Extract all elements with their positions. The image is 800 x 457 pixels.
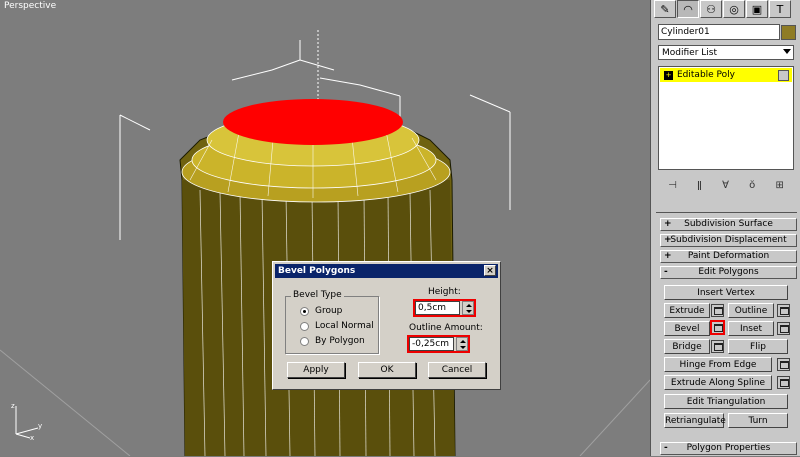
close-button[interactable]: × bbox=[484, 265, 496, 276]
cancel-button[interactable]: Cancel bbox=[428, 362, 486, 378]
display-tab-icon[interactable]: ▣ bbox=[746, 0, 768, 18]
create-tab-icon[interactable]: ✎ bbox=[654, 0, 676, 18]
height-label: Height: bbox=[428, 287, 461, 297]
modifier-stack[interactable]: + Editable Poly bbox=[658, 66, 794, 170]
rollout-edit-polygons[interactable]: - Edit Polygons bbox=[660, 266, 797, 279]
rollout-area: + Subdivision Surface + Subdivision Disp… bbox=[656, 212, 797, 457]
bevel-settings-icon[interactable] bbox=[710, 320, 725, 335]
object-color-swatch[interactable] bbox=[781, 25, 796, 40]
svg-text:y: y bbox=[38, 422, 42, 430]
make-unique-icon[interactable]: ∀ bbox=[722, 180, 729, 191]
chevron-down-icon bbox=[783, 49, 791, 54]
selected-face bbox=[223, 99, 403, 145]
outline-amount-input[interactable]: -0,25cm bbox=[409, 337, 454, 351]
bevel-polygons-dialog: Bevel Polygons × Bevel Type Group Local … bbox=[272, 261, 501, 390]
height-spinner-arrows-icon[interactable] bbox=[462, 301, 474, 315]
remove-modifier-icon[interactable]: ŏ bbox=[749, 180, 755, 191]
hinge-settings-icon[interactable] bbox=[777, 358, 790, 371]
retriangulate-button[interactable]: Retriangulate bbox=[664, 413, 726, 428]
extrude-settings-icon[interactable] bbox=[711, 304, 724, 317]
modifier-list-label: Modifier List bbox=[662, 48, 717, 58]
motion-tab-icon[interactable]: ◎ bbox=[723, 0, 745, 18]
svg-text:x: x bbox=[30, 434, 34, 442]
configure-modifier-sets-icon[interactable]: ⊞ bbox=[775, 180, 783, 191]
hierarchy-tab-icon[interactable]: ⚇ bbox=[700, 0, 722, 18]
stack-item-label: Editable Poly bbox=[677, 70, 735, 80]
hinge-from-edge-button[interactable]: Hinge From Edge bbox=[664, 357, 772, 372]
inset-button[interactable]: Inset bbox=[728, 321, 774, 336]
height-spinner[interactable]: 0,5cm bbox=[413, 299, 476, 317]
command-panel: ✎ ◠ ⚇ ◎ ▣ T Cylinder01 Modifier List + E… bbox=[653, 0, 800, 456]
dialog-titlebar[interactable]: Bevel Polygons × bbox=[275, 264, 498, 278]
extrude-along-spline-settings-icon[interactable] bbox=[777, 376, 790, 389]
bridge-settings-icon[interactable] bbox=[711, 340, 724, 353]
extrude-along-spline-button[interactable]: Extrude Along Spline bbox=[664, 375, 772, 390]
radio-group-dot[interactable] bbox=[300, 306, 309, 316]
insert-vertex-button[interactable]: Insert Vertex bbox=[664, 285, 788, 300]
stack-toolbar: ⊣ ǁ ∀ ŏ ⊞ bbox=[658, 178, 794, 192]
outline-amount-label: Outline Amount: bbox=[409, 323, 483, 333]
dialog-title: Bevel Polygons bbox=[278, 266, 356, 276]
axis-tripod-icon: z y x bbox=[11, 402, 42, 442]
radio-local-normal[interactable]: Local Normal bbox=[300, 321, 374, 331]
svg-text:z: z bbox=[11, 402, 15, 410]
inset-settings-icon[interactable] bbox=[777, 322, 790, 335]
viewport-label[interactable]: Perspective bbox=[4, 1, 56, 11]
rollout-subdivision-displacement[interactable]: + Subdivision Displacement bbox=[660, 234, 797, 247]
rollout-polygon-properties[interactable]: - Polygon Properties bbox=[660, 442, 797, 455]
rollout-subdivision-surface[interactable]: + Subdivision Surface bbox=[660, 218, 797, 231]
ok-button[interactable]: OK bbox=[358, 362, 416, 378]
object-name-field[interactable]: Cylinder01 bbox=[658, 24, 780, 40]
show-end-result-icon[interactable]: ǁ bbox=[697, 180, 702, 191]
apply-button[interactable]: Apply bbox=[287, 362, 345, 378]
outline-amount-spinner[interactable]: -0,25cm bbox=[407, 335, 470, 353]
radio-group[interactable]: Group bbox=[300, 306, 342, 316]
flip-button[interactable]: Flip bbox=[728, 339, 788, 354]
expand-icon[interactable]: + bbox=[664, 70, 673, 80]
radio-by-polygon-dot[interactable] bbox=[300, 336, 309, 346]
turn-button[interactable]: Turn bbox=[728, 413, 788, 428]
bridge-button[interactable]: Bridge bbox=[664, 339, 710, 354]
outline-button[interactable]: Outline bbox=[728, 303, 774, 318]
command-panel-tabs: ✎ ◠ ⚇ ◎ ▣ T bbox=[654, 0, 799, 20]
outline-amount-spinner-arrows-icon[interactable] bbox=[456, 337, 468, 351]
utilities-tab-icon[interactable]: T bbox=[769, 0, 791, 18]
rollout-paint-deformation[interactable]: + Paint Deformation bbox=[660, 250, 797, 263]
edit-triangulation-button[interactable]: Edit Triangulation bbox=[664, 394, 788, 409]
outline-settings-icon[interactable] bbox=[777, 304, 790, 317]
bevel-type-group: Bevel Type Group Local Normal By Polygon bbox=[285, 290, 379, 354]
extrude-button[interactable]: Extrude bbox=[664, 303, 710, 318]
height-input[interactable]: 0,5cm bbox=[415, 301, 460, 315]
radio-local-normal-dot[interactable] bbox=[300, 321, 309, 331]
modify-tab-icon[interactable]: ◠ bbox=[677, 0, 699, 18]
pin-stack-icon[interactable]: ⊣ bbox=[668, 180, 677, 191]
bevel-type-label: Bevel Type bbox=[291, 290, 344, 300]
modifier-list-dropdown[interactable]: Modifier List bbox=[658, 45, 794, 60]
bevel-button[interactable]: Bevel bbox=[664, 321, 710, 336]
stack-item-toggle-icon[interactable] bbox=[778, 70, 789, 81]
radio-by-polygon[interactable]: By Polygon bbox=[300, 336, 365, 346]
stack-item-editable-poly[interactable]: + Editable Poly bbox=[660, 68, 792, 82]
